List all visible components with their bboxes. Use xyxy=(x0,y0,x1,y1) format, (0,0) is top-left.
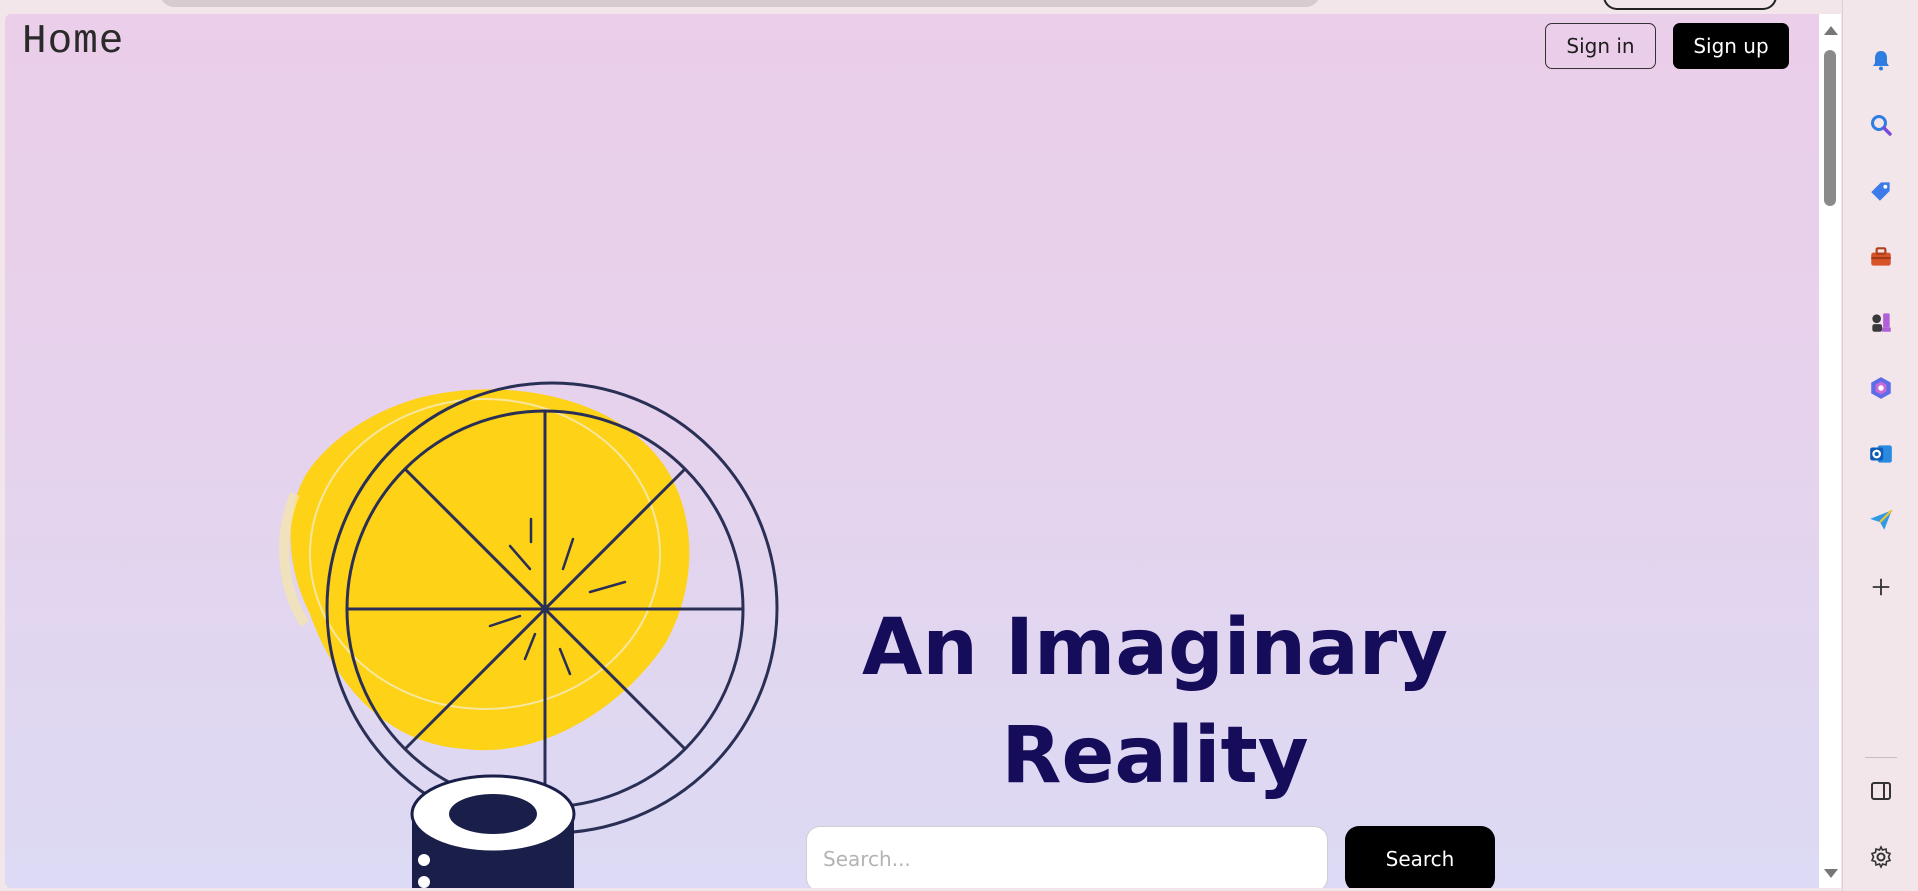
hero-title: An Imaginary Reality xyxy=(825,594,1485,810)
browser-sidebar xyxy=(1842,0,1918,891)
search-input[interactable] xyxy=(806,826,1328,888)
sign-up-button[interactable]: Sign up xyxy=(1673,23,1789,69)
page-viewport: Home Sign in Sign up An Imaginary Realit… xyxy=(5,14,1819,888)
sign-in-button[interactable]: Sign in xyxy=(1545,23,1656,69)
scroll-up-icon[interactable] xyxy=(1824,26,1838,35)
scroll-down-icon[interactable] xyxy=(1824,869,1838,878)
hero-title-line-1: An Imaginary xyxy=(861,603,1449,693)
settings-icon[interactable] xyxy=(1865,841,1897,873)
tag-icon[interactable] xyxy=(1865,175,1897,207)
scroll-thumb[interactable] xyxy=(1824,50,1836,206)
hero-title-line-2: Reality xyxy=(1001,711,1309,801)
copilot-icon[interactable] xyxy=(1865,372,1897,404)
bell-icon[interactable] xyxy=(1865,44,1897,76)
outlook-icon[interactable] xyxy=(1865,438,1897,470)
browser-top-strip xyxy=(0,0,1918,14)
address-bar[interactable] xyxy=(160,0,1320,7)
send-icon[interactable] xyxy=(1865,504,1897,536)
page-scrollbar[interactable] xyxy=(1819,14,1841,888)
sidebar-divider xyxy=(1865,757,1897,758)
search-button[interactable]: Search xyxy=(1345,826,1495,888)
roll-object xyxy=(410,774,576,888)
home-link[interactable]: Home xyxy=(22,19,124,65)
add-icon[interactable] xyxy=(1865,571,1897,603)
toolbox-icon[interactable] xyxy=(1865,241,1897,273)
sidebar-toggle-icon[interactable] xyxy=(1865,775,1897,807)
lemon-wheel-illustration xyxy=(279,381,779,888)
chess-icon[interactable] xyxy=(1865,306,1897,338)
browser-top-button[interactable] xyxy=(1603,0,1777,10)
wheel-spokes xyxy=(347,411,743,807)
search-icon[interactable] xyxy=(1865,109,1897,141)
